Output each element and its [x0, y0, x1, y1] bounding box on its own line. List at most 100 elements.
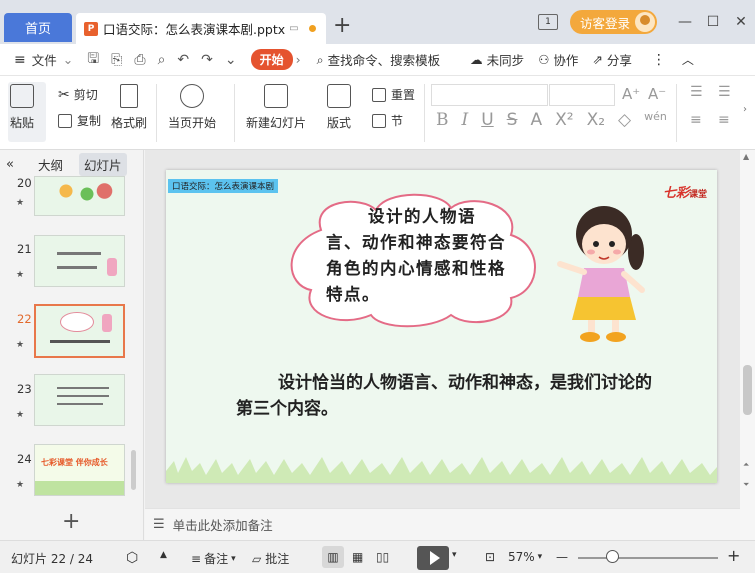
new-tab-button[interactable]: +	[333, 13, 351, 39]
panel-scrollbar[interactable]	[131, 450, 136, 490]
zoom-out-icon[interactable]: —	[556, 550, 568, 564]
section-button[interactable]: 节	[372, 112, 403, 129]
grow-font-icon[interactable]: A⁺	[622, 85, 640, 103]
tab-start[interactable]: 开始 ›	[250, 49, 301, 70]
save-icon[interactable]: 🖫	[87, 48, 99, 72]
reset-label: 重置	[391, 88, 416, 102]
slide-thumbnail-20[interactable]	[34, 176, 125, 216]
command-search[interactable]: ⌕ 查找命令、搜索模板	[317, 50, 441, 69]
tab-home-label: 首页	[24, 22, 51, 37]
share-button[interactable]: ⇗ 分享	[592, 50, 632, 69]
minimize-icon[interactable]: —	[671, 14, 699, 30]
divider	[234, 84, 235, 142]
undo-icon[interactable]: ↶	[177, 52, 189, 68]
thumb-cloud	[60, 312, 94, 332]
sync-label: 未同步	[486, 53, 525, 68]
thumb-figure	[107, 258, 117, 276]
eraser-icon[interactable]: ◇	[618, 110, 631, 130]
next-slide-icon[interactable]: ⏷	[743, 480, 749, 490]
ribbon-scroll-right-icon[interactable]: ›	[743, 104, 747, 115]
normal-view-icon[interactable]: ▥	[322, 546, 344, 568]
reset-button[interactable]: 重置	[372, 86, 415, 103]
zoom-slider[interactable]	[578, 557, 718, 559]
font-size-select[interactable]	[549, 84, 615, 106]
thumb-figure	[102, 314, 112, 332]
collab-button[interactable]: ⚇ 协作	[538, 50, 578, 69]
file-menu-label: 文件	[31, 53, 57, 68]
divider	[156, 84, 157, 142]
format-painter-button[interactable]: 格式刷	[111, 84, 147, 131]
redo-icon[interactable]: ↷	[201, 52, 213, 68]
tab-slides[interactable]: 幻灯片	[78, 152, 127, 176]
notes-toggle-button[interactable]: ≡ 备注 ▾	[191, 550, 236, 567]
theme-icon[interactable]: ⬡	[126, 550, 138, 566]
fit-window-icon[interactable]: ⊡	[485, 550, 495, 564]
slide-thumbnail-23[interactable]	[34, 374, 125, 426]
strikethrough-icon[interactable]: S	[507, 110, 518, 130]
preview-icon[interactable]: ⌕	[158, 52, 166, 68]
sync-button[interactable]: ☁ 未同步	[470, 50, 524, 69]
zoom-select[interactable]: 57% ▾	[508, 550, 542, 564]
caret-up-icon[interactable]: ▲	[160, 550, 167, 560]
grid-view-icon[interactable]: ▦	[352, 550, 363, 564]
align-center-icon[interactable]: ≡	[718, 112, 730, 128]
phonetic-icon[interactable]: wén	[644, 110, 667, 130]
align-left-icon[interactable]: ≡	[690, 112, 702, 128]
tab-document[interactable]: P 口语交际：怎么表演课本剧.pptx ▭	[76, 13, 326, 44]
screen-icon[interactable]: ▭	[289, 23, 298, 34]
comment-button[interactable]: ▱ 批注	[252, 550, 289, 567]
scroll-up-icon[interactable]: ▲	[743, 152, 749, 161]
maximize-icon[interactable]: ☐	[699, 14, 727, 30]
file-menu[interactable]: ≡ 文件 ⌄	[14, 50, 73, 69]
subscript-icon[interactable]: X₂	[587, 110, 605, 130]
collapse-ribbon-icon[interactable]: ︿	[682, 51, 694, 68]
tab-outline[interactable]: 大纲	[38, 155, 63, 174]
superscript-icon[interactable]: X²	[555, 110, 573, 130]
slide-thumbnail-22[interactable]	[34, 304, 125, 358]
font-family-select[interactable]	[431, 84, 548, 106]
unsaved-dot-icon[interactable]	[308, 25, 316, 32]
layout-label: 版式	[327, 116, 352, 130]
from-current-button[interactable]: 当页开始	[168, 84, 216, 131]
notes-bar[interactable]: ☰ 单击此处添加备注	[145, 508, 740, 540]
export-icon[interactable]: ⎘	[111, 52, 122, 68]
zoom-slider-knob[interactable]	[606, 550, 619, 563]
notes-placeholder: 单击此处添加备注	[172, 518, 273, 533]
share-icon: ⇗	[592, 52, 603, 67]
bullets-icon[interactable]: ☰	[690, 84, 703, 100]
numbering-icon[interactable]: ☰	[718, 84, 731, 100]
thumb-line	[57, 387, 109, 389]
scroll-thumb[interactable]	[743, 365, 752, 415]
paste-button[interactable]: 粘贴	[10, 84, 34, 131]
slide-thumbnail-21[interactable]	[34, 235, 125, 287]
thumb-grass	[35, 481, 124, 495]
prev-slide-icon[interactable]: ⏶	[743, 460, 749, 470]
copy-button[interactable]: 复制	[58, 112, 101, 129]
tab-home[interactable]: 首页	[4, 13, 72, 42]
layout-button[interactable]: 版式	[327, 84, 351, 131]
collapse-panel-icon[interactable]: «	[6, 157, 14, 172]
divider	[424, 84, 425, 142]
italic-icon[interactable]: I	[462, 110, 469, 130]
current-slide[interactable]: 口语交际：怎么表演课本剧 七彩课堂 设计的人物语言、动作和神态要符合角色的内心情…	[166, 170, 717, 483]
vertical-scrollbar[interactable]: ▲ ⏶ ⏷	[740, 150, 755, 540]
underline-icon[interactable]: U	[481, 110, 493, 130]
font-color-icon[interactable]: A	[530, 110, 542, 130]
more-down-icon[interactable]: ⌄	[225, 52, 237, 68]
add-slide-button[interactable]: +	[62, 509, 80, 534]
more-icon[interactable]: ⋮	[652, 52, 666, 68]
reading-view-icon[interactable]: ▯▯	[376, 550, 389, 564]
page-badge-icon[interactable]: 1	[537, 14, 558, 30]
close-icon[interactable]: ✕	[727, 14, 755, 30]
shrink-font-icon[interactable]: A⁻	[648, 85, 666, 103]
chevron-down-icon[interactable]: ▾	[452, 550, 457, 560]
guest-login-button[interactable]: 访客登录	[569, 10, 657, 34]
cut-button[interactable]: ✂ 剪切	[58, 86, 98, 103]
search-icon: ⌕	[316, 51, 324, 67]
slideshow-play-button[interactable]	[417, 546, 449, 570]
bold-icon[interactable]: B	[436, 110, 449, 130]
slide-thumbnail-24[interactable]: 七彩课堂 伴你成长	[34, 444, 125, 496]
zoom-in-icon[interactable]: +	[727, 546, 740, 565]
print-icon[interactable]: ⎙	[134, 52, 145, 68]
new-slide-button[interactable]: 新建幻灯片	[246, 84, 306, 131]
